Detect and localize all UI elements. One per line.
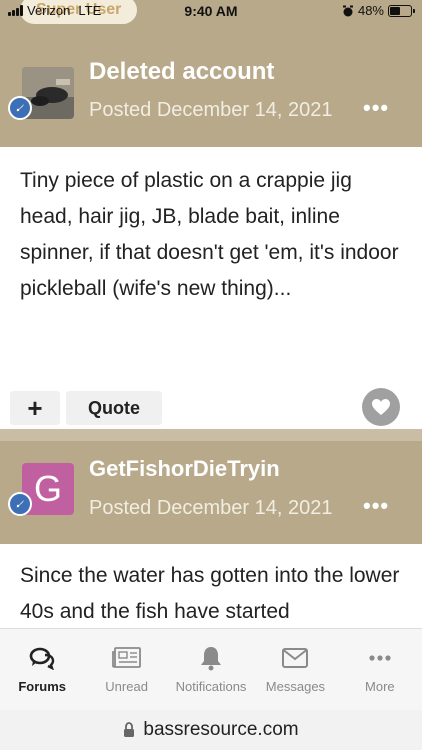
nav-forums[interactable]: Forums (0, 629, 84, 710)
nav-more-label: More (365, 679, 395, 694)
bell-icon (201, 647, 222, 671)
post-options-button[interactable]: ••• (363, 95, 389, 121)
rank-badge-icon (8, 96, 32, 120)
post-separator (0, 429, 422, 441)
unread-icon (111, 647, 141, 668)
nav-notifications-label: Notifications (175, 679, 247, 694)
forum-thread-page: Verizon LTE 9:40 AM 48% Super User Delet… (0, 0, 422, 750)
envelope-icon (282, 648, 309, 668)
nav-notifications[interactable]: Notifications (169, 629, 253, 710)
author-name[interactable]: GetFishorDieTryin (89, 456, 280, 482)
battery-info: 48% (342, 3, 415, 18)
lock-icon (124, 722, 135, 737)
post-text: Since the water has gotten into the lowe… (20, 564, 400, 623)
nav-unread-label: Unread (105, 679, 148, 694)
add-reaction-button[interactable]: + (10, 391, 60, 425)
nav-more[interactable]: More (338, 629, 422, 710)
post-date[interactable]: Posted December 14, 2021 (89, 99, 333, 122)
nav-unread[interactable]: Unread (84, 629, 168, 710)
nav-messages[interactable]: Messages (253, 629, 337, 710)
url-text: bassresource.com (143, 719, 299, 740)
post-content: Tiny piece of plastic on a crappie jig h… (0, 147, 422, 429)
nav-forums-label: Forums (18, 679, 67, 694)
more-icon (369, 655, 391, 661)
status-bar: Verizon LTE 9:40 AM 48% (0, 0, 422, 22)
post-date[interactable]: Posted December 14, 2021 (89, 497, 333, 520)
forums-icon (29, 647, 55, 670)
bottom-navigation: Forums Unread Notifications Messages Mor… (0, 628, 422, 710)
heart-icon (372, 399, 390, 415)
alarm-icon (342, 5, 353, 16)
battery-percent: 48% (357, 3, 384, 18)
post-header: Super User Deleted account Posted Decemb… (0, 0, 422, 147)
nav-messages-label: Messages (265, 679, 326, 694)
quote-button[interactable]: Quote (66, 391, 162, 425)
like-button[interactable] (362, 388, 400, 426)
post-options-button[interactable]: ••• (363, 493, 389, 519)
post-content: Since the water has gotten into the lowe… (0, 544, 422, 628)
post-header: G GetFishorDieTryin Posted December 14, … (0, 441, 422, 544)
rank-badge-icon (8, 492, 32, 516)
post-text: Tiny piece of plastic on a crappie jig h… (20, 169, 399, 300)
address-bar[interactable]: bassresource.com (0, 710, 422, 750)
author-name[interactable]: Deleted account (89, 58, 274, 86)
battery-icon (388, 4, 415, 17)
